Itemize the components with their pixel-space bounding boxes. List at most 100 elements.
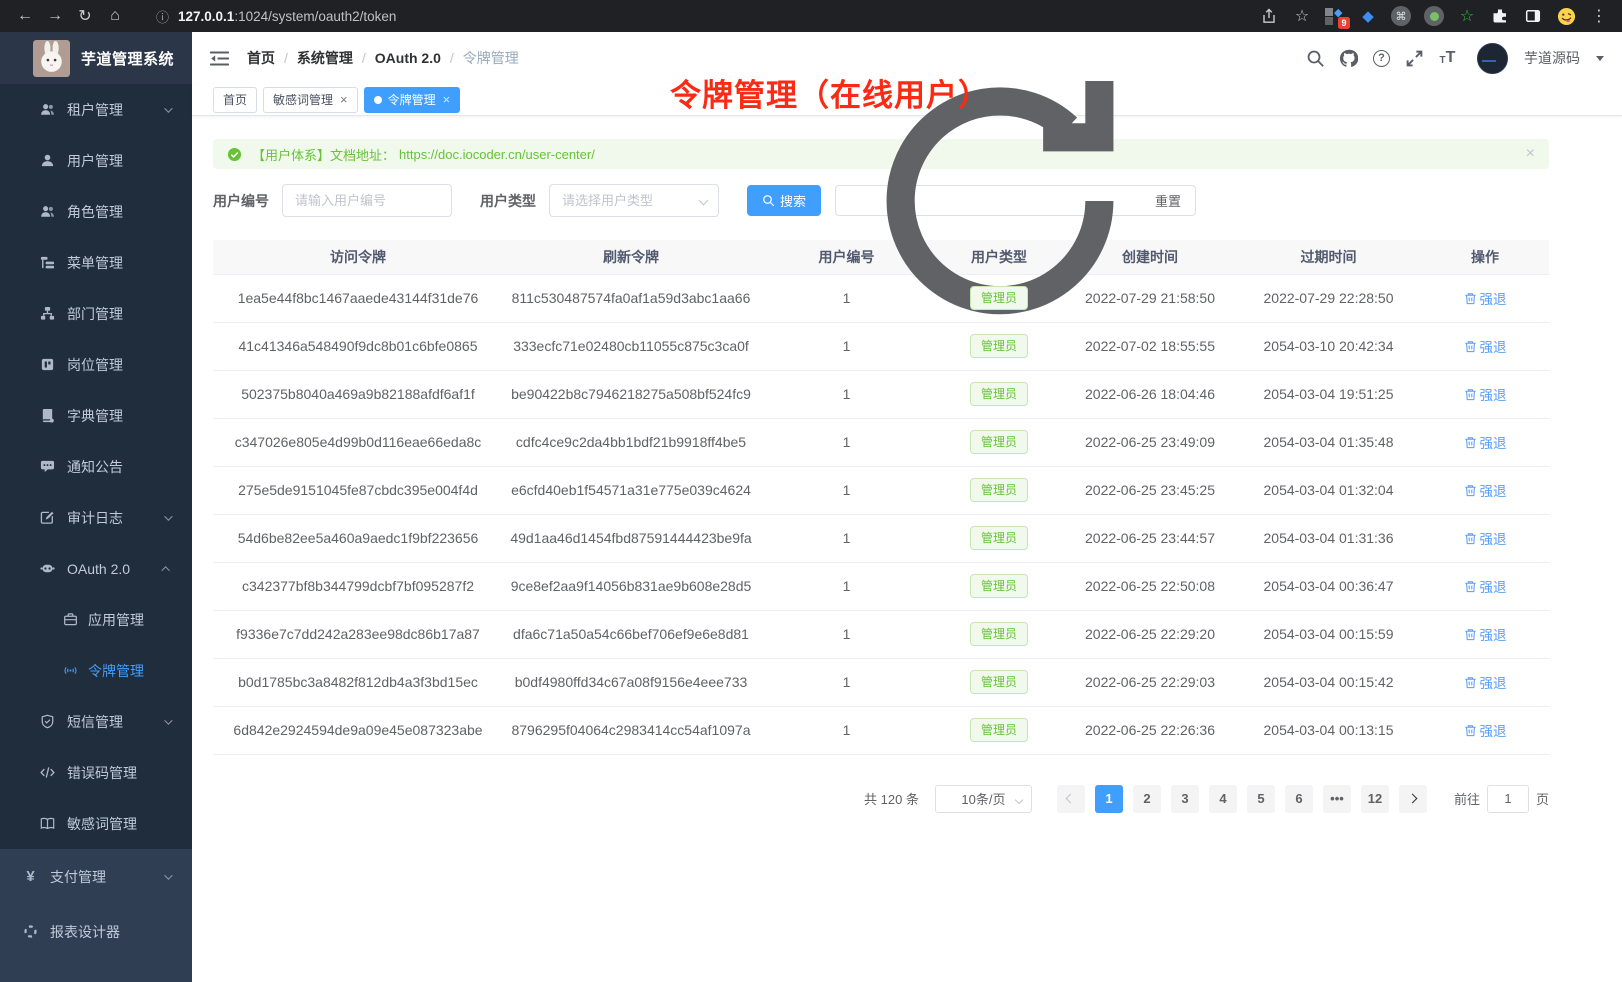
fullscreen-icon[interactable]: [1405, 49, 1424, 68]
search-icon[interactable]: [1306, 49, 1325, 68]
force-logout-button[interactable]: 强退: [1464, 432, 1507, 452]
trash-icon: [1464, 724, 1477, 737]
user-caret-down-icon[interactable]: [1596, 56, 1604, 61]
page-button-3[interactable]: 3: [1171, 785, 1199, 813]
force-logout-button[interactable]: 强退: [1464, 336, 1507, 356]
bookmark-star-icon[interactable]: ☆: [1289, 3, 1315, 29]
tab-0[interactable]: 首页: [213, 87, 257, 113]
help-icon[interactable]: ?: [1372, 49, 1391, 68]
expire-time-cell: 2054-03-04 01:31:36: [1236, 514, 1421, 562]
force-logout-button[interactable]: 强退: [1464, 720, 1507, 740]
tab-close-icon[interactable]: ×: [340, 93, 348, 106]
refresh-token-cell: dfa6c71a50a54c66bef706ef9e6e8d81: [503, 610, 759, 658]
refresh-token-cell: b0df4980ffd34c67a08f9156e4eee733: [503, 658, 759, 706]
extension-with-badge-icon[interactable]: ◆ 9: [1322, 4, 1348, 28]
force-logout-button[interactable]: 强退: [1464, 672, 1507, 692]
breadcrumb: 首页/系统管理/OAuth 2.0/令牌管理: [247, 48, 519, 68]
tab-close-icon[interactable]: ×: [443, 93, 451, 106]
page-unit-label: 页: [1536, 789, 1549, 808]
next-page-button[interactable]: [1399, 785, 1427, 813]
page-button-4[interactable]: 4: [1209, 785, 1237, 813]
breadcrumb-item[interactable]: OAuth 2.0: [375, 50, 441, 66]
command-extension-icon[interactable]: ⌘: [1388, 3, 1414, 29]
chevron-down-icon: [164, 104, 172, 112]
sidebar-item[interactable]: 敏感词管理: [0, 798, 192, 849]
page-button-5[interactable]: 5: [1247, 785, 1275, 813]
user-type-badge: 管理员: [970, 430, 1028, 454]
more-pages-button[interactable]: •••: [1323, 785, 1351, 813]
force-logout-button[interactable]: 强退: [1464, 480, 1507, 500]
sidebar-root-menu: ¥支付管理报表设计器: [0, 849, 192, 959]
sidebar-item[interactable]: 菜单管理: [0, 237, 192, 288]
extensions-puzzle-icon[interactable]: [1487, 3, 1513, 29]
address-bar[interactable]: ⓘ 127.0.0.1:1024/system/oauth2/token: [156, 7, 1256, 26]
green-star-extension-icon[interactable]: ☆: [1454, 3, 1480, 29]
sidebar-item[interactable]: 报表设计器: [0, 904, 192, 959]
browser-menu-kebab-icon[interactable]: ⋮: [1586, 3, 1612, 29]
user-avatar[interactable]: [1477, 43, 1508, 74]
back-icon[interactable]: ←: [10, 3, 40, 29]
prev-page-button[interactable]: [1057, 785, 1085, 813]
sidebar-item-label: 岗位管理: [67, 355, 123, 375]
user-type-badge: 管理员: [970, 526, 1028, 550]
page-button-1[interactable]: 1: [1095, 785, 1123, 813]
site-info-icon[interactable]: ⓘ: [156, 7, 169, 26]
tab-label: 令牌管理: [388, 91, 436, 108]
font-size-icon[interactable]: TT: [1438, 49, 1457, 68]
sidebar-item[interactable]: 审计日志: [0, 492, 192, 543]
alert-close-icon[interactable]: ×: [1526, 146, 1535, 162]
github-icon[interactable]: [1339, 49, 1358, 68]
tab-2[interactable]: 令牌管理 ×: [364, 87, 461, 113]
force-logout-button[interactable]: 强退: [1464, 288, 1507, 308]
username[interactable]: 芋道源码: [1524, 48, 1580, 68]
doc-link[interactable]: https://doc.iocoder.cn/user-center/: [399, 147, 595, 162]
sidebar-item[interactable]: ¥支付管理: [0, 849, 192, 904]
share-icon[interactable]: [1256, 3, 1282, 29]
oauth-icon: [40, 561, 55, 576]
sidebar-item[interactable]: 应用管理: [0, 594, 192, 645]
goto-page-input[interactable]: [1487, 785, 1529, 813]
sidebar-item[interactable]: 岗位管理: [0, 339, 192, 390]
code-icon: [40, 765, 55, 780]
home-icon[interactable]: ⌂: [100, 3, 130, 29]
sidebar-item[interactable]: 用户管理: [0, 135, 192, 186]
page-button-12[interactable]: 12: [1361, 785, 1389, 813]
sidebar-item[interactable]: 角色管理: [0, 186, 192, 237]
sidebar-item[interactable]: 令牌管理: [0, 645, 192, 696]
sidebar-item-label: OAuth 2.0: [67, 561, 130, 577]
force-logout-button[interactable]: 强退: [1464, 384, 1507, 404]
sidebar-collapse-icon[interactable]: [210, 50, 229, 67]
sidebar-item[interactable]: 短信管理: [0, 696, 192, 747]
tab-1[interactable]: 敏感词管理×: [263, 87, 358, 113]
page-button-6[interactable]: 6: [1285, 785, 1313, 813]
sidebar-item[interactable]: 错误码管理: [0, 747, 192, 798]
sidebar-item[interactable]: 字典管理: [0, 390, 192, 441]
breadcrumb-separator: /: [362, 50, 366, 66]
reset-button[interactable]: 重置: [835, 185, 1196, 216]
refresh-token-cell: 8796295f04064c2983414cc54af1097a: [503, 706, 759, 754]
force-logout-button[interactable]: 强退: [1464, 624, 1507, 644]
menu-tree-icon: [40, 255, 55, 270]
sidebar-item[interactable]: 部门管理: [0, 288, 192, 339]
side-panel-icon[interactable]: [1520, 3, 1546, 29]
force-logout-button[interactable]: 强退: [1464, 528, 1507, 548]
force-logout-button[interactable]: 强退: [1464, 576, 1507, 596]
user-type-select[interactable]: [549, 184, 719, 217]
forward-icon[interactable]: →: [40, 3, 70, 29]
sidebar-logo[interactable]: 芋道管理系统: [0, 32, 192, 84]
page-size-select[interactable]: 10条/页: [935, 785, 1032, 813]
breadcrumb-item[interactable]: 系统管理: [297, 48, 353, 68]
sidebar-item[interactable]: OAuth 2.0: [0, 543, 192, 594]
reload-icon[interactable]: ↻: [70, 3, 100, 29]
recorder-extension-icon[interactable]: [1421, 3, 1447, 29]
user-id-input[interactable]: [282, 184, 452, 217]
breadcrumb-item[interactable]: 首页: [247, 48, 275, 68]
emoji-profile-icon[interactable]: [1553, 3, 1579, 29]
search-button[interactable]: 搜索: [747, 185, 821, 216]
column-header: 刷新令牌: [503, 240, 759, 274]
page-button-2[interactable]: 2: [1133, 785, 1161, 813]
gem-extension-icon[interactable]: ◆: [1355, 3, 1381, 29]
column-header: 访问令牌: [213, 240, 503, 274]
sidebar-item[interactable]: 租户管理: [0, 84, 192, 135]
sidebar-item[interactable]: 通知公告: [0, 441, 192, 492]
